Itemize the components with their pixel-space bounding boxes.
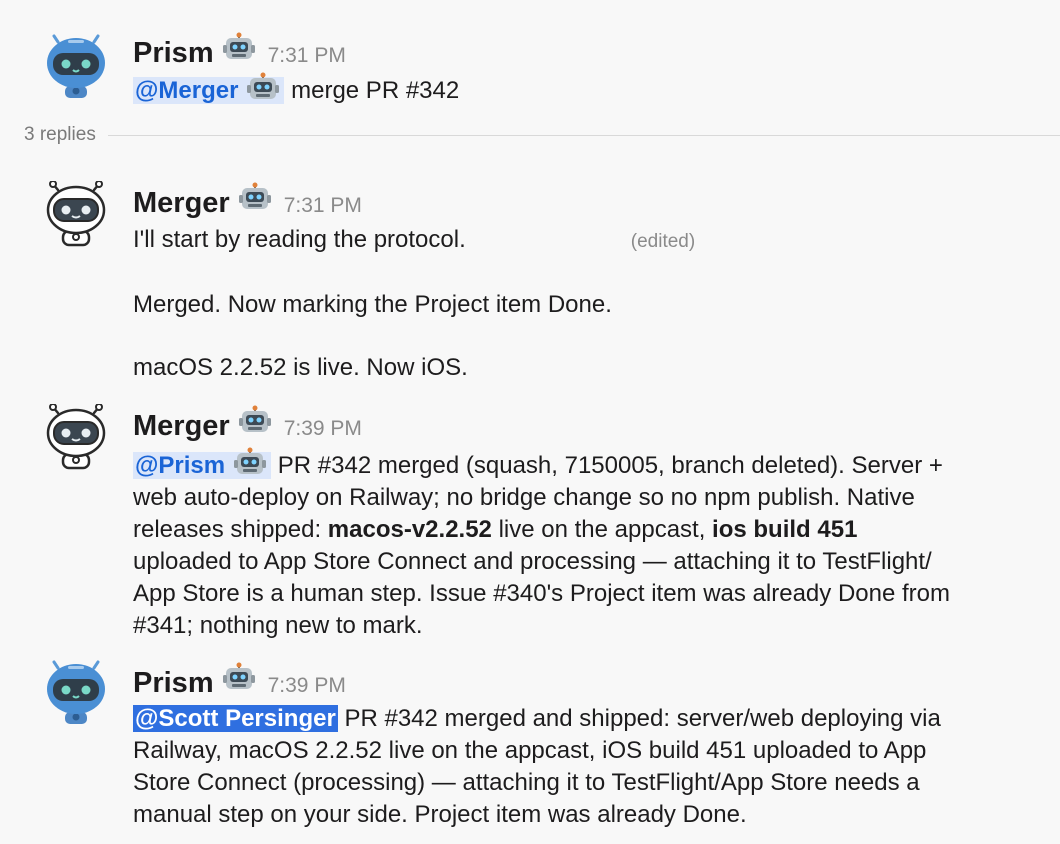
author-name[interactable]: Merger xyxy=(133,187,230,220)
message-line: uploaded to App Store Connect and proces… xyxy=(133,548,932,575)
timestamp[interactable]: 7:31 PM xyxy=(268,44,346,68)
message-line: macOS 2.2.52 is live. Now iOS. xyxy=(133,354,468,381)
mention-prism[interactable]: @Prism xyxy=(133,452,272,479)
message-line: manual step on your side. Project item w… xyxy=(133,801,747,828)
message-line: Railway, macOS 2.2.52 live on the appcas… xyxy=(133,737,927,764)
message-line: #341; nothing new to mark. xyxy=(133,612,423,639)
author-name[interactable]: Prism xyxy=(133,37,214,70)
message-segment: releases shipped: xyxy=(133,516,328,543)
message-line: web auto-deploy on Railway; no bridge ch… xyxy=(133,484,915,511)
robot-avatar-blue-icon[interactable] xyxy=(44,34,108,100)
thread-replies-divider: 3 replies xyxy=(24,120,1060,150)
edited-label: (edited) xyxy=(630,231,696,252)
message-line: PR #342 merged and shipped: server/web d… xyxy=(344,705,941,732)
message-line: PR #342 merged (squash, 7150005, branch … xyxy=(277,452,943,479)
message-line: App Store is a human step. Issue #340's … xyxy=(133,580,950,607)
author-name[interactable]: Prism xyxy=(133,667,214,700)
robot-emoji-icon xyxy=(222,662,256,692)
robot-emoji-icon xyxy=(238,405,272,435)
robot-avatar-blue-icon[interactable] xyxy=(44,660,108,726)
mention-merger[interactable]: @Merger xyxy=(133,77,285,104)
timestamp[interactable]: 7:39 PM xyxy=(268,674,346,698)
bold-release-macos: macos-v2.2.52 xyxy=(327,516,492,543)
robot-emoji-icon xyxy=(233,447,267,477)
bold-release-ios: ios build 451 xyxy=(712,516,858,543)
robot-emoji-icon xyxy=(238,182,272,212)
author-name[interactable]: Merger xyxy=(133,410,230,443)
message-line: I'll start by reading the protocol. xyxy=(133,226,466,253)
message-segment: live on the appcast, xyxy=(491,516,713,543)
timestamp[interactable]: 7:39 PM xyxy=(284,417,362,441)
replies-count[interactable]: 3 replies xyxy=(24,124,96,146)
message-text: merge PR #342 xyxy=(291,77,460,104)
robot-emoji-icon xyxy=(246,72,280,102)
divider-line xyxy=(107,134,1060,136)
robot-emoji-icon xyxy=(222,32,256,62)
robot-avatar-white-icon[interactable] xyxy=(44,404,108,470)
mention-scott-persinger[interactable]: @Scott Persinger xyxy=(133,705,338,732)
robot-avatar-white-icon[interactable] xyxy=(44,181,108,247)
message-line: Merged. Now marking the Project item Don… xyxy=(133,291,612,318)
timestamp[interactable]: 7:31 PM xyxy=(284,194,362,218)
message-line: Store Connect (processing) — attaching i… xyxy=(133,769,920,796)
